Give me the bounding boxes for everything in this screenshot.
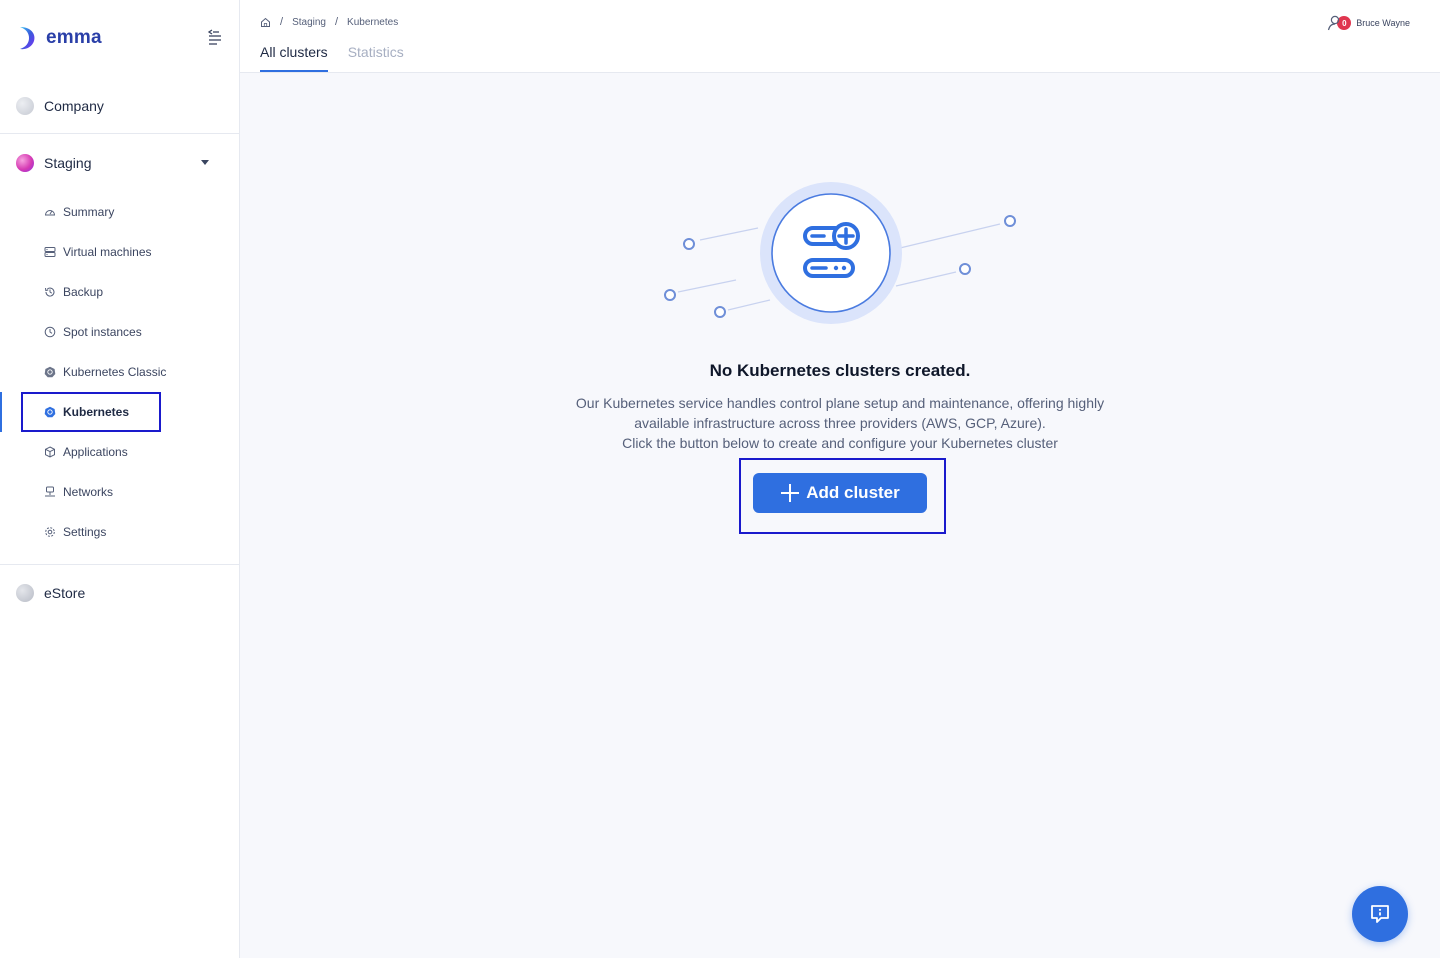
org-staging-label: Staging: [44, 155, 92, 171]
active-indicator: [0, 392, 2, 432]
helm-icon: [44, 366, 56, 378]
user-name: Bruce Wayne: [1356, 18, 1410, 28]
sidebar-item-label: Spot instances: [63, 325, 142, 339]
description-line: Our Kubernetes service handles control p…: [575, 395, 1105, 411]
sidebar-item-virtual-machines[interactable]: Virtual machines: [0, 232, 239, 272]
clock-icon: [44, 326, 56, 338]
org-estore-label: eStore: [44, 584, 86, 601]
breadcrumb-separator: /: [280, 16, 284, 28]
sidebar-item-applications[interactable]: Applications: [0, 432, 239, 472]
breadcrumb-kubernetes[interactable]: Kubernetes: [347, 17, 398, 28]
sidebar-item-summary[interactable]: Summary: [0, 192, 239, 232]
gauge-icon: [44, 210, 56, 216]
sidebar: emma Company Staging Summary Virtual mac…: [0, 0, 240, 958]
helm-icon: [44, 406, 56, 418]
user-icon: [1328, 15, 1340, 31]
server-icon: [44, 247, 56, 257]
sidebar-item-label: Kubernetes Classic: [63, 365, 167, 379]
company-avatar: [16, 96, 34, 115]
add-cluster-button[interactable]: Add cluster: [753, 473, 927, 513]
empty-clusters-illustration: [664, 182, 1016, 324]
estore-avatar: [16, 583, 34, 602]
org-company[interactable]: Company: [0, 78, 239, 134]
sidebar-item-label: Summary: [63, 205, 115, 219]
breadcrumb-staging[interactable]: Staging: [292, 17, 326, 28]
tab-statistics[interactable]: Statistics: [348, 44, 404, 72]
org-estore[interactable]: eStore: [0, 564, 239, 620]
staging-menu: Summary Virtual machines Backup Spot ins…: [0, 192, 239, 564]
sidebar-item-label: Networks: [63, 485, 114, 499]
empty-state-description: Our Kubernetes service handles control p…: [540, 393, 1140, 453]
tabs: All clusters Statistics: [260, 44, 424, 72]
breadcrumb-separator: /: [334, 16, 339, 28]
history-icon: [45, 287, 55, 297]
logo-row: emma: [0, 0, 239, 76]
plus-icon: [781, 484, 800, 502]
sidebar-item-label: Backup: [63, 285, 104, 299]
user-menu[interactable]: 0 Bruce Wayne: [1327, 15, 1410, 31]
top-header: / Staging / Kubernetes All clusters Stat…: [240, 0, 1440, 73]
chevron-down-icon[interactable]: [201, 160, 209, 165]
org-staging[interactable]: Staging: [0, 134, 239, 192]
sidebar-item-label: Applications: [63, 445, 128, 459]
sidebar-item-settings[interactable]: Settings: [0, 512, 239, 552]
breadcrumb: / Staging / Kubernetes: [260, 16, 398, 28]
sidebar-item-label: Kubernetes: [63, 405, 130, 419]
tab-all-clusters[interactable]: All clusters: [260, 44, 328, 72]
sidebar-item-networks[interactable]: Networks: [0, 472, 239, 512]
empty-state-title: No Kubernetes clusters created.: [709, 361, 971, 380]
cube-icon: [45, 446, 55, 458]
sidebar-item-label: Settings: [63, 525, 107, 539]
sidebar-item-backup[interactable]: Backup: [0, 272, 239, 312]
description-line: available infrastructure across three pr…: [634, 415, 1046, 431]
add-cluster-label: Add cluster: [806, 483, 900, 502]
emma-logo-icon: [20, 27, 35, 50]
help-chat-button[interactable]: [1352, 886, 1408, 942]
network-icon: [45, 486, 55, 497]
sidebar-item-kubernetes[interactable]: Kubernetes: [0, 392, 239, 432]
staging-avatar: [16, 154, 34, 172]
description-line: Click the button below to create and con…: [622, 435, 1058, 451]
brand-name: emma: [46, 27, 102, 48]
info-chat-icon: [1371, 905, 1389, 923]
gear-icon: [45, 527, 55, 537]
home-icon[interactable]: [260, 17, 271, 28]
org-company-label: Company: [44, 97, 104, 114]
sidebar-item-spot-instances[interactable]: Spot instances: [0, 312, 239, 352]
sidebar-item-kubernetes-classic[interactable]: Kubernetes Classic: [0, 352, 239, 392]
sidebar-item-label: Virtual machines: [63, 245, 152, 259]
collapse-menu-icon[interactable]: [207, 28, 223, 46]
